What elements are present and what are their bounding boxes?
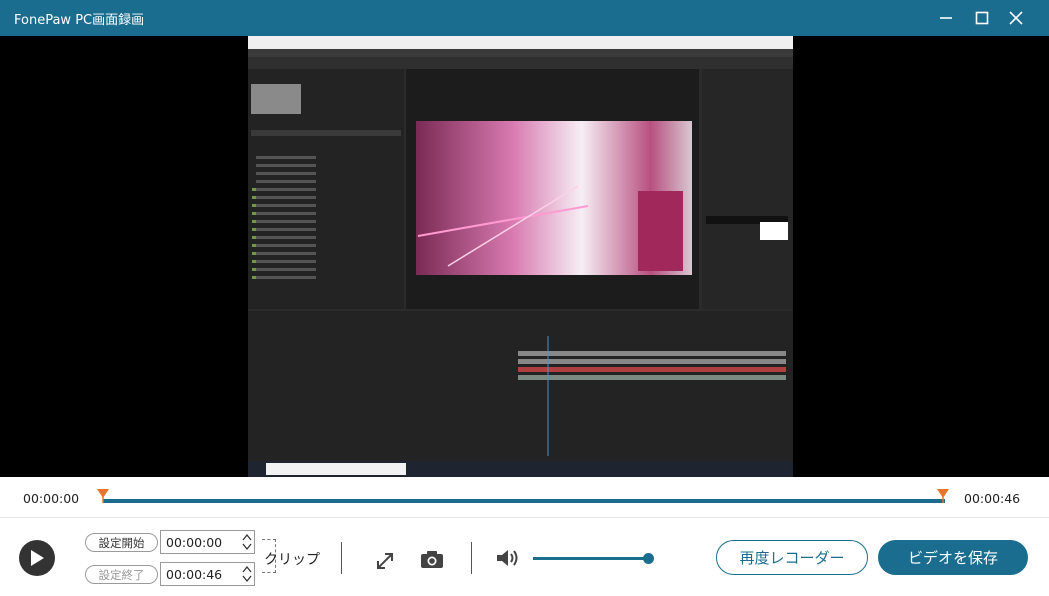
clip-button[interactable]: クリップ	[264, 549, 320, 569]
snapshot-button[interactable]	[419, 547, 445, 571]
save-video-button[interactable]: ビデオを保存	[878, 540, 1028, 575]
rerecord-button[interactable]: 再度レコーダー	[716, 540, 868, 575]
divider	[471, 542, 472, 574]
timeline-end-time: 00:00:46	[964, 491, 1021, 506]
maximize-icon	[975, 11, 989, 25]
video-preview[interactable]	[0, 36, 1049, 477]
minimize-icon	[940, 17, 952, 19]
play-icon	[31, 550, 44, 566]
timeline-bar: 00:00:00 00:00:46	[0, 477, 1049, 517]
close-button[interactable]	[1000, 0, 1032, 36]
start-marker-handle[interactable]	[97, 489, 109, 503]
volume-icon	[497, 550, 518, 566]
start-time-stepper-icon[interactable]	[242, 532, 252, 552]
recorded-screen-image	[248, 36, 793, 477]
timeline-start-time: 00:00:00	[23, 491, 80, 506]
end-time-stepper-icon[interactable]	[242, 564, 252, 584]
minimize-button[interactable]	[930, 0, 962, 36]
volume-slider-handle[interactable]	[643, 553, 654, 564]
control-bar: 設定開始 設定終了 00:00:00 00:00:46 クリップ 再度レコーダー…	[0, 517, 1049, 596]
set-start-button[interactable]: 設定開始	[85, 533, 158, 552]
title-bar: FonePaw PC画面録画	[0, 0, 1049, 36]
maximize-button[interactable]	[966, 0, 998, 36]
set-end-button[interactable]: 設定終了	[85, 565, 158, 584]
recorded-screen-frame	[248, 36, 793, 477]
timeline-progress	[103, 499, 945, 503]
close-icon	[1009, 11, 1023, 25]
fullscreen-button[interactable]	[373, 549, 397, 573]
play-button[interactable]	[19, 540, 55, 576]
expand-icon	[377, 553, 393, 569]
end-time-field[interactable]: 00:00:46	[160, 562, 255, 586]
window-title: FonePaw PC画面録画	[14, 13, 145, 28]
end-marker-handle[interactable]	[937, 489, 949, 503]
volume-button[interactable]	[494, 546, 522, 570]
end-time-value: 00:00:46	[166, 566, 223, 582]
start-time-field[interactable]: 00:00:00	[160, 530, 255, 554]
divider	[341, 542, 342, 574]
start-time-value: 00:00:00	[166, 534, 223, 550]
volume-slider-track[interactable]	[533, 557, 649, 560]
camera-icon	[421, 551, 443, 568]
